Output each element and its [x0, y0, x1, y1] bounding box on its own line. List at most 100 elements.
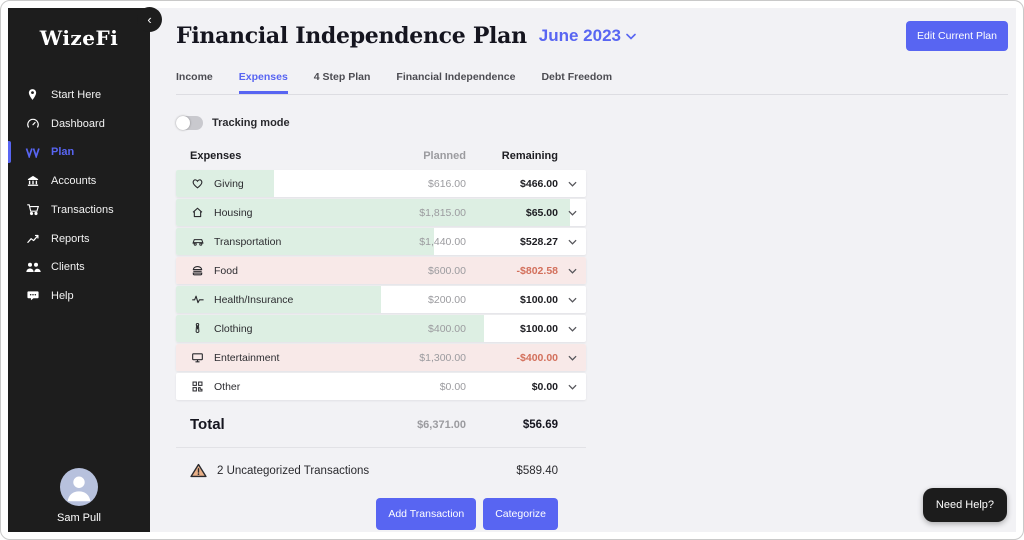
sidebar-item-label: Accounts: [51, 175, 96, 187]
sidebar-item-label: Transactions: [51, 204, 114, 216]
user-profile[interactable]: Sam Pull: [8, 468, 150, 524]
expense-row-clothing[interactable]: Clothing $400.00 $100.00: [176, 315, 586, 342]
remaining-value: $100.00: [466, 294, 558, 306]
table-header: Expenses Planned Remaining: [176, 150, 586, 162]
dashboard-icon: [24, 117, 41, 130]
categorize-button[interactable]: Categorize: [483, 498, 558, 530]
uncategorized-transactions-row[interactable]: 2 Uncategorized Transactions $589.40: [176, 463, 586, 478]
sidebar-item-plan[interactable]: Plan: [8, 138, 150, 166]
tab-4-step-plan[interactable]: 4 Step Plan: [314, 71, 371, 94]
chevron-down-icon: [626, 33, 636, 40]
sidebar-item-label: Start Here: [51, 89, 101, 101]
page-title: Financial Independence Plan: [176, 23, 527, 49]
add-transaction-button[interactable]: Add Transaction: [376, 498, 476, 530]
expense-row-housing[interactable]: Housing $1,815.00 $65.00: [176, 199, 586, 226]
remaining-value: $466.00: [466, 178, 558, 190]
planned-value: $1,300.00: [370, 352, 466, 364]
tab-financial-independence[interactable]: Financial Independence: [396, 71, 515, 94]
app-frame: ‹ WizeFi Start Here Dashboard Plan Accou…: [0, 0, 1024, 540]
planned-value: $1,440.00: [370, 236, 466, 248]
sidebar-collapse-button[interactable]: ‹: [137, 7, 162, 32]
remaining-value: $65.00: [466, 207, 558, 219]
tab-expenses[interactable]: Expenses: [239, 71, 288, 94]
warning-icon: [190, 463, 208, 478]
clothing-icon: [190, 322, 205, 335]
tab-bar: Income Expenses 4 Step Plan Financial In…: [176, 71, 1008, 95]
expense-row-transportation[interactable]: Transportation $1,440.00 $528.27: [176, 228, 586, 255]
chat-icon: [24, 289, 41, 302]
category-label: Other: [214, 381, 370, 393]
user-name: Sam Pull: [8, 512, 150, 524]
category-label: Entertainment: [214, 352, 370, 364]
period-label: June 2023: [539, 26, 621, 46]
total-remaining-value: $56.69: [466, 419, 558, 431]
chevron-down-icon[interactable]: [558, 326, 586, 332]
planned-value: $1,815.00: [370, 207, 466, 219]
edit-current-plan-button[interactable]: Edit Current Plan: [906, 21, 1008, 51]
main-content: Financial Independence Plan June 2023 Ed…: [150, 8, 1016, 532]
trend-icon: [24, 232, 41, 245]
category-label: Health/Insurance: [214, 294, 370, 306]
column-header-expenses: Expenses: [190, 150, 370, 162]
planned-value: $200.00: [370, 294, 466, 306]
remaining-value: $100.00: [466, 323, 558, 335]
wizefi-logo: WizeFi: [8, 26, 150, 50]
sidebar-item-dashboard[interactable]: Dashboard: [8, 109, 150, 138]
chevron-down-icon[interactable]: [558, 297, 586, 303]
expenses-table: Expenses Planned Remaining Giving $616.0…: [176, 150, 586, 530]
column-header-remaining: Remaining: [466, 150, 558, 162]
sidebar-item-accounts[interactable]: Accounts: [8, 166, 150, 195]
period-selector[interactable]: June 2023: [539, 26, 636, 46]
sidebar-item-label: Reports: [51, 233, 90, 245]
chevron-down-icon[interactable]: [558, 384, 586, 390]
planned-value: $616.00: [370, 178, 466, 190]
uncategorized-amount: $589.40: [466, 465, 558, 477]
sidebar-item-reports[interactable]: Reports: [8, 224, 150, 253]
tracking-mode-label: Tracking mode: [212, 117, 290, 129]
tab-income[interactable]: Income: [176, 71, 213, 94]
expense-row-other[interactable]: Other $0.00 $0.00: [176, 373, 586, 400]
category-label: Giving: [214, 178, 370, 190]
remaining-value: $528.27: [466, 236, 558, 248]
expense-row-giving[interactable]: Giving $616.00 $466.00: [176, 170, 586, 197]
planned-value: $400.00: [370, 323, 466, 335]
sidebar-item-transactions[interactable]: Transactions: [8, 195, 150, 224]
sidebar: ‹ WizeFi Start Here Dashboard Plan Accou…: [8, 8, 150, 532]
pulse-icon: [190, 293, 205, 306]
sidebar-item-help[interactable]: Help: [8, 281, 150, 310]
planned-value: $0.00: [370, 381, 466, 393]
grid-icon: [190, 380, 205, 393]
sidebar-item-label: Plan: [51, 146, 74, 158]
chevron-down-icon[interactable]: [558, 268, 586, 274]
pin-icon: [24, 88, 41, 101]
total-row: Total $6,371.00 $56.69: [176, 416, 586, 448]
bank-icon: [24, 174, 41, 187]
chevron-down-icon[interactable]: [558, 355, 586, 361]
chevron-down-icon[interactable]: [558, 239, 586, 245]
sidebar-item-label: Dashboard: [51, 118, 105, 130]
uncategorized-label: 2 Uncategorized Transactions: [217, 465, 466, 477]
avatar: [60, 468, 98, 506]
total-planned-value: $6,371.00: [370, 419, 466, 431]
category-label: Housing: [214, 207, 370, 219]
chevron-down-icon[interactable]: [558, 210, 586, 216]
need-help-button[interactable]: Need Help?: [923, 488, 1007, 522]
column-header-planned: Planned: [370, 150, 466, 162]
sidebar-item-label: Help: [51, 290, 74, 302]
wizefi-w-icon: [24, 147, 41, 158]
sidebar-item-start-here[interactable]: Start Here: [8, 80, 150, 109]
remaining-value: -$400.00: [466, 352, 558, 364]
sidebar-item-clients[interactable]: Clients: [8, 253, 150, 281]
expense-row-food[interactable]: Food $600.00 -$802.58: [176, 257, 586, 284]
heart-icon: [190, 177, 205, 190]
expense-row-entertainment[interactable]: Entertainment $1,300.00 -$400.00: [176, 344, 586, 371]
monitor-icon: [190, 351, 205, 364]
tab-debt-freedom[interactable]: Debt Freedom: [541, 71, 612, 94]
remaining-value: $0.00: [466, 381, 558, 393]
chevron-down-icon[interactable]: [558, 181, 586, 187]
people-icon: [24, 261, 41, 273]
tracking-mode-toggle[interactable]: [176, 116, 203, 130]
expense-row-health-insurance[interactable]: Health/Insurance $200.00 $100.00: [176, 286, 586, 313]
home-icon: [190, 206, 205, 219]
car-icon: [190, 235, 205, 248]
